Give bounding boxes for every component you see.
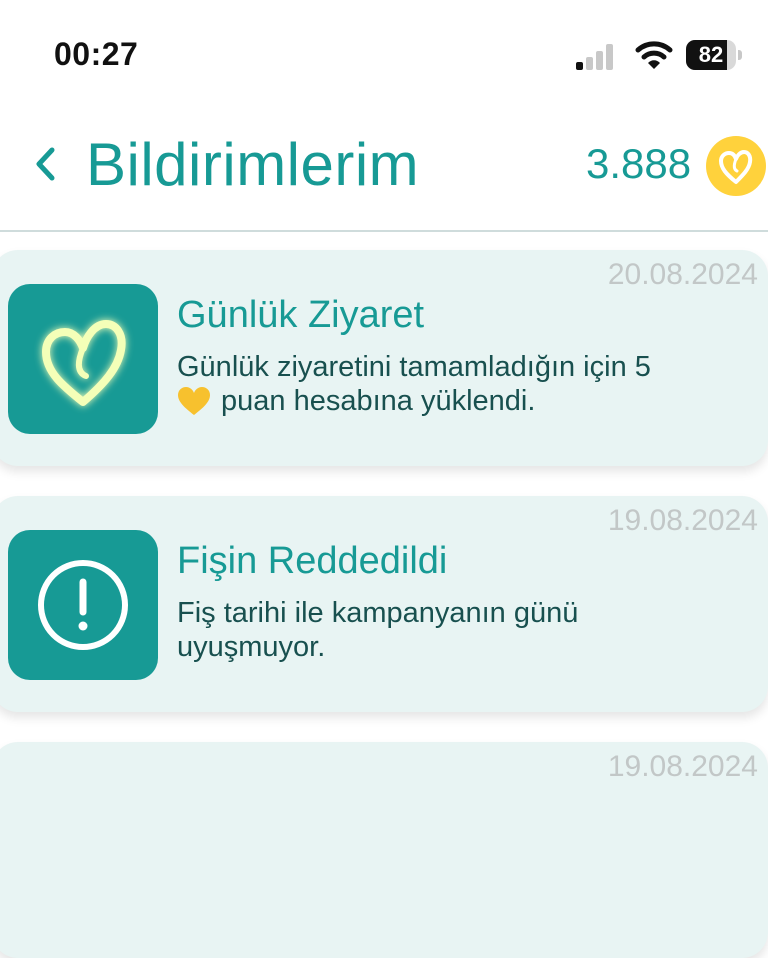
battery-percentage: 82	[698, 42, 724, 67]
points-balance: 3.888	[586, 140, 692, 187]
cellular-signal-icon	[576, 42, 620, 70]
wifi-icon	[634, 38, 674, 72]
exclamation-circle-icon	[8, 530, 158, 680]
notification-title: Fişin Reddedildi	[177, 540, 448, 582]
status-bar: 00:27 82	[0, 0, 768, 110]
battery-icon: 82	[686, 40, 744, 70]
notification-date: 19.08.2024	[607, 504, 758, 537]
notification-title: Günlük Ziyaret	[177, 294, 425, 336]
yellow-heart-icon	[177, 386, 211, 424]
header-divider	[0, 230, 768, 232]
notification-date: 19.08.2024	[607, 750, 758, 783]
notification-message: Fiş tarihi ile kampanyanın günü uyuşmuyo…	[177, 597, 579, 663]
notification-card-daily-visit[interactable]: 20.08.2024 Günlük Ziyaret Günlük ziyaret…	[0, 250, 768, 466]
heart-coin-icon	[706, 136, 766, 196]
notification-message: Günlük ziyaretini tamamladığın için 5 pu…	[177, 350, 757, 424]
notification-card-receipt-rejected[interactable]: 19.08.2024 Fişin Reddedildi Fiş tarihi i…	[0, 496, 768, 712]
glowing-heart-icon	[8, 284, 158, 434]
notification-card-partial[interactable]: 19.08.2024	[0, 742, 768, 958]
back-chevron-icon[interactable]	[30, 142, 60, 186]
page-header: Bildirimlerim 3.888	[0, 110, 768, 230]
notification-date: 20.08.2024	[607, 258, 758, 291]
page-title: Bildirimlerim	[86, 131, 420, 198]
status-time: 00:27	[54, 36, 139, 72]
